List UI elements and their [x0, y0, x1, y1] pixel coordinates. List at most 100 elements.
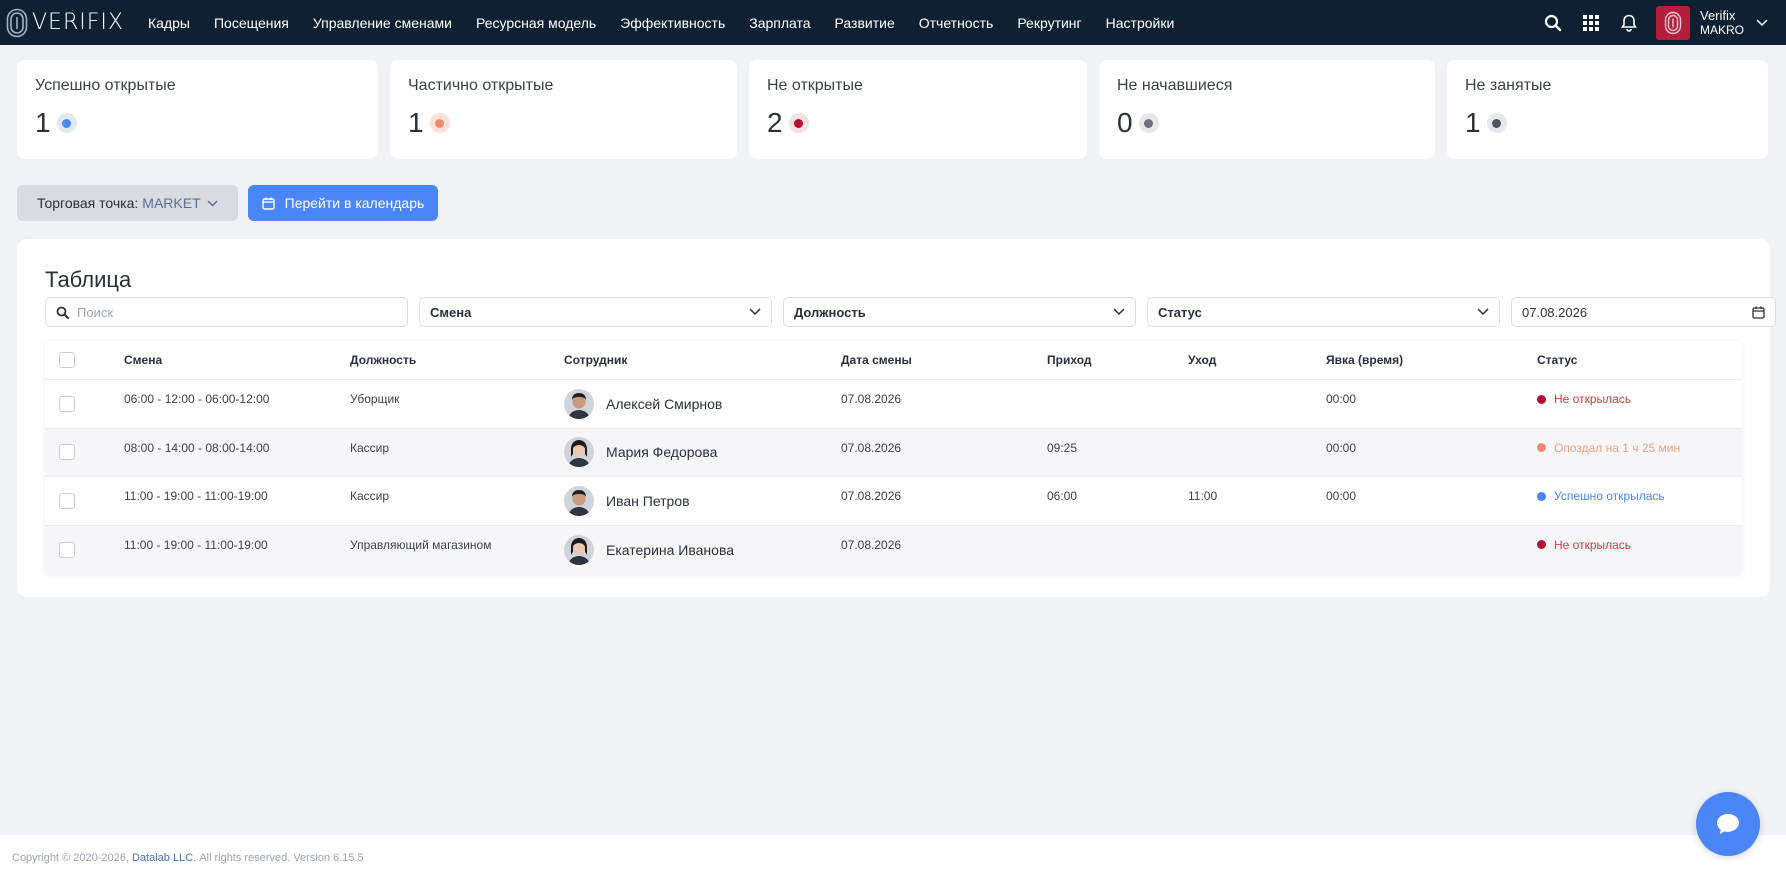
cell-status: Не открылась: [1537, 380, 1631, 428]
user-menu[interactable]: Verifix MAKRO: [1700, 8, 1744, 38]
col-departure[interactable]: Уход: [1188, 341, 1216, 379]
menu-item-recruiting[interactable]: Рекрутинг: [1017, 15, 1081, 31]
cell-date: 07.08.2026: [841, 537, 902, 552]
row-checkbox[interactable]: [59, 395, 75, 412]
select-all-checkbox[interactable]: [59, 352, 75, 368]
status-dot-icon: [1537, 394, 1546, 404]
table-row[interactable]: 11:00 - 19:00 - 11:00-19:00 Кассир 07.08.2…: [45, 477, 1742, 526]
menu-item-settings[interactable]: Настройки: [1106, 15, 1175, 31]
toolbar: Торговая точка: MARKET Перейти в календа…: [17, 185, 439, 221]
search-field[interactable]: Поиск: [45, 297, 408, 327]
stat-card-partial: Частично открытые 1: [390, 60, 737, 159]
cell-position: Уборщик: [350, 392, 400, 406]
cell-employee[interactable]: Екатерина Иванова: [564, 526, 734, 575]
col-employee[interactable]: Сотрудник: [564, 341, 627, 379]
stat-label: Не открытые: [767, 77, 863, 94]
table-row[interactable]: 06:00 - 12:00 - 06:00-12:00 Уборщик 07.08.…: [45, 380, 1742, 429]
status-filter-label: Статус: [1158, 304, 1202, 320]
table-header: Смена Должность Сотрудник Дата смены При…: [45, 341, 1742, 380]
employee-avatar: [564, 485, 594, 516]
table-panel: Таблица Поиск Смена Должность Статус 07.…: [17, 239, 1776, 597]
cell-shift: 11:00 - 19:00 - 11:00-19:00: [124, 489, 268, 503]
nav-right: Verifix MAKRO: [1534, 0, 1786, 45]
position-filter-label: Должность: [794, 304, 866, 320]
employee-avatar: [564, 534, 594, 565]
stat-label: Не начавшиеся: [1117, 77, 1233, 94]
col-shift[interactable]: Смена: [124, 341, 162, 379]
cell-status: Опоздал на 1 ч 25 мин: [1537, 429, 1680, 477]
cell-employee[interactable]: Мария Федорова: [564, 429, 717, 477]
chat-button[interactable]: [1696, 792, 1760, 856]
employee-name: Иван Петров: [606, 492, 690, 509]
footer-company-link[interactable]: Datalab LLC.: [132, 852, 196, 864]
chevron-down-icon[interactable]: [1756, 18, 1768, 27]
cell-status: Успешно открылась: [1537, 477, 1665, 525]
chat-bubble-icon: [1717, 814, 1739, 834]
cell-attendance: 00:00: [1326, 392, 1357, 406]
go-to-calendar-button[interactable]: Перейти в календарь: [247, 185, 439, 221]
col-arrival[interactable]: Приход: [1047, 341, 1092, 379]
col-attendance[interactable]: Явка (время): [1326, 341, 1403, 379]
stat-card-success: Успешно открытые 1: [17, 60, 378, 159]
store-select-value: MARKET: [142, 195, 201, 211]
fingerprint-icon: [1664, 11, 1682, 34]
menu-item-staff[interactable]: Кадры: [148, 15, 190, 31]
cell-shift: 11:00 - 19:00 - 11:00-19:00: [124, 537, 268, 552]
apps-grid-icon[interactable]: [1572, 0, 1610, 45]
stat-label: Успешно открытые: [35, 77, 176, 94]
row-checkbox[interactable]: [59, 492, 75, 509]
menu-item-attendance[interactable]: Посещения: [214, 15, 289, 31]
menu-item-reports[interactable]: Отчетность: [919, 15, 994, 31]
logo[interactable]: VERIFIX: [6, 0, 134, 45]
cell-employee[interactable]: Иван Петров: [564, 477, 690, 525]
stat-value: 2: [767, 107, 783, 138]
bell-icon[interactable]: [1610, 0, 1648, 45]
fingerprint-logo-icon: [6, 8, 28, 37]
row-checkbox[interactable]: [59, 541, 75, 558]
footer-rights: All rights reserved. Version 6.15.5: [199, 852, 364, 864]
status-badge: Опоздал на 1 ч 25 мин: [1554, 440, 1681, 455]
position-filter[interactable]: Должность: [783, 297, 1136, 327]
employee-name: Мария Федорова: [606, 444, 718, 461]
calendar-icon: [1752, 306, 1765, 319]
date-filter[interactable]: 07.08.2026: [1511, 297, 1776, 327]
menu-item-resource-model[interactable]: Ресурсная модель: [476, 15, 596, 31]
col-status[interactable]: Статус: [1537, 341, 1577, 379]
menu-item-development[interactable]: Развитие: [835, 15, 895, 31]
footer: Copyright © 2020-2026, Datalab LLC. All …: [0, 835, 1786, 881]
user-avatar[interactable]: [1655, 5, 1690, 40]
row-checkbox[interactable]: [59, 444, 75, 461]
stat-value: 1: [408, 107, 424, 138]
cell-employee[interactable]: Алексей Смирнов: [564, 380, 722, 428]
cell-date: 07.08.2026: [841, 440, 902, 455]
chevron-down-icon: [207, 199, 218, 207]
menu-item-salary[interactable]: Зарплата: [749, 15, 810, 31]
chevron-down-icon: [749, 308, 761, 316]
user-name: Verifix: [1699, 7, 1736, 23]
menu-item-efficiency[interactable]: Эффективность: [620, 15, 725, 31]
col-date[interactable]: Дата смены: [841, 341, 912, 379]
shift-filter-label: Смена: [430, 304, 472, 320]
store-select[interactable]: Торговая точка: MARKET: [17, 185, 238, 221]
status-dot-icon: [1537, 491, 1546, 501]
cell-arrival: 06:00: [1047, 489, 1078, 503]
table-row[interactable]: 08:00 - 14:00 - 08:00-14:00 Кассир 07.08.2…: [45, 428, 1742, 477]
col-position[interactable]: Должность: [350, 341, 416, 379]
cell-departure: 11:00: [1188, 489, 1218, 503]
search-placeholder: Поиск: [77, 304, 114, 320]
cell-position: Управляющий магазином: [350, 537, 492, 552]
panel-title: Таблица: [45, 267, 132, 292]
status-filter[interactable]: Статус: [1147, 297, 1500, 327]
stat-value: 1: [1465, 107, 1481, 138]
cell-date: 07.08.2026: [841, 489, 902, 503]
shifts-table: Смена Должность Сотрудник Дата смены При…: [45, 341, 1742, 574]
store-select-label: Торговая точка:: [37, 195, 139, 211]
search-icon[interactable]: [1534, 0, 1572, 45]
table-row[interactable]: 11:00 - 19:00 - 11:00-19:00 Управляющий м…: [45, 525, 1742, 575]
user-org: MAKRO: [1699, 22, 1744, 37]
menu-item-shift-management[interactable]: Управление сменами: [313, 15, 452, 31]
status-badge: Не открылась: [1554, 537, 1632, 552]
shift-filter[interactable]: Смена: [419, 297, 772, 327]
status-dot-icon: [1138, 113, 1159, 133]
footer-copyright: Copyright © 2020-2026,: [12, 852, 129, 864]
